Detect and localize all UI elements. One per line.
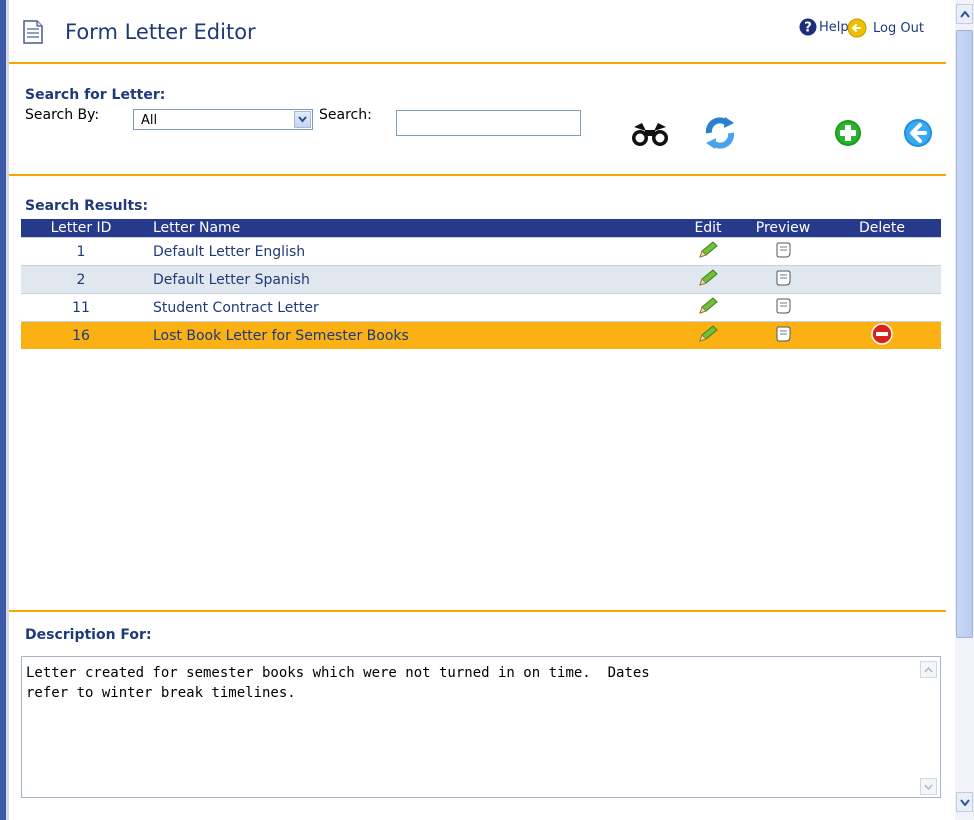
preview-scroll-icon[interactable] bbox=[773, 324, 793, 344]
table-row[interactable]: 1 Default Letter English bbox=[21, 237, 941, 266]
cell-preview bbox=[743, 237, 823, 266]
description-scrollbar[interactable] bbox=[920, 661, 937, 795]
table-row[interactable]: 2 Default Letter Spanish bbox=[21, 265, 941, 294]
chevron-down-icon[interactable] bbox=[294, 111, 311, 128]
column-header-preview: Preview bbox=[743, 219, 823, 238]
table-row[interactable]: 11 Student Contract Letter bbox=[21, 293, 941, 322]
column-header-letter-name[interactable]: Letter Name bbox=[141, 219, 673, 238]
scroll-down-icon[interactable] bbox=[920, 778, 937, 795]
page-scroll-up-icon[interactable] bbox=[956, 4, 973, 24]
results-section-label: Search Results: bbox=[25, 198, 149, 214]
help-link[interactable]: ? Help bbox=[799, 18, 849, 36]
header-divider bbox=[9, 62, 946, 64]
column-header-delete: Delete bbox=[823, 219, 941, 238]
pencil-icon[interactable] bbox=[697, 240, 719, 260]
pencil-icon[interactable] bbox=[697, 296, 719, 316]
preview-scroll-icon[interactable] bbox=[773, 240, 793, 260]
cell-letter-name[interactable]: Default Letter Spanish bbox=[141, 265, 673, 294]
search-section-label: Search for Letter: bbox=[25, 87, 166, 103]
cell-preview bbox=[743, 293, 823, 322]
description-section-label: Description For: bbox=[25, 627, 152, 643]
preview-scroll-icon[interactable] bbox=[773, 268, 793, 288]
scroll-up-icon[interactable] bbox=[920, 661, 937, 678]
search-label: Search: bbox=[319, 107, 372, 123]
search-by-value: All bbox=[141, 113, 158, 128]
search-by-label: Search By: bbox=[25, 107, 100, 123]
cell-delete bbox=[823, 321, 941, 349]
logout-link[interactable]: Log Out bbox=[847, 18, 924, 38]
cell-letter-id: 16 bbox=[21, 321, 141, 349]
cell-letter-name[interactable]: Lost Book Letter for Semester Books bbox=[141, 321, 673, 349]
page-scrollbar[interactable] bbox=[955, 0, 974, 820]
cell-edit bbox=[673, 237, 743, 266]
table-header-row: Letter ID Letter Name Edit Preview Delet… bbox=[21, 219, 941, 238]
column-header-letter-id[interactable]: Letter ID bbox=[21, 219, 141, 238]
search-by-select[interactable]: All bbox=[133, 109, 313, 130]
description-textarea[interactable]: Letter created for semester books which … bbox=[21, 656, 941, 798]
pencil-icon[interactable] bbox=[697, 324, 719, 344]
preview-scroll-icon[interactable] bbox=[773, 296, 793, 316]
results-table: Letter ID Letter Name Edit Preview Delet… bbox=[21, 219, 941, 349]
page-header: Form Letter Editor ? Help Log Out bbox=[9, 0, 952, 62]
form-letter-editor-panel: Form Letter Editor ? Help Log Out Search… bbox=[9, 0, 952, 820]
table-row[interactable]: 16 Lost Book Letter for Semester Books bbox=[21, 321, 941, 349]
cell-edit bbox=[673, 265, 743, 294]
help-label: Help bbox=[819, 19, 849, 35]
document-icon bbox=[23, 20, 43, 44]
cell-edit bbox=[673, 293, 743, 322]
page-scroll-down-icon[interactable] bbox=[956, 792, 973, 812]
binoculars-icon[interactable] bbox=[630, 121, 670, 149]
cell-letter-id: 11 bbox=[21, 293, 141, 322]
svg-text:?: ? bbox=[804, 21, 812, 36]
cell-edit bbox=[673, 321, 743, 349]
page-scroll-thumb[interactable] bbox=[956, 30, 973, 638]
cell-letter-id: 1 bbox=[21, 237, 141, 266]
logout-icon bbox=[847, 18, 867, 38]
cell-preview bbox=[743, 321, 823, 349]
cell-delete bbox=[823, 293, 941, 322]
help-icon: ? bbox=[799, 18, 817, 36]
refresh-icon[interactable] bbox=[703, 115, 737, 151]
cell-preview bbox=[743, 265, 823, 294]
column-header-edit: Edit bbox=[673, 219, 743, 238]
pencil-icon[interactable] bbox=[697, 268, 719, 288]
search-input[interactable] bbox=[396, 110, 581, 136]
page-title: Form Letter Editor bbox=[65, 20, 256, 44]
add-icon[interactable] bbox=[834, 119, 862, 147]
cell-delete bbox=[823, 265, 941, 294]
logout-label: Log Out bbox=[873, 20, 924, 36]
back-icon[interactable] bbox=[903, 118, 933, 148]
cell-letter-id: 2 bbox=[21, 265, 141, 294]
description-text: Letter created for semester books which … bbox=[26, 665, 650, 701]
search-divider bbox=[9, 174, 946, 176]
delete-icon[interactable] bbox=[871, 322, 893, 345]
cell-letter-name[interactable]: Student Contract Letter bbox=[141, 293, 673, 322]
cell-delete bbox=[823, 237, 941, 266]
cell-letter-name[interactable]: Default Letter English bbox=[141, 237, 673, 266]
results-divider bbox=[9, 610, 946, 612]
